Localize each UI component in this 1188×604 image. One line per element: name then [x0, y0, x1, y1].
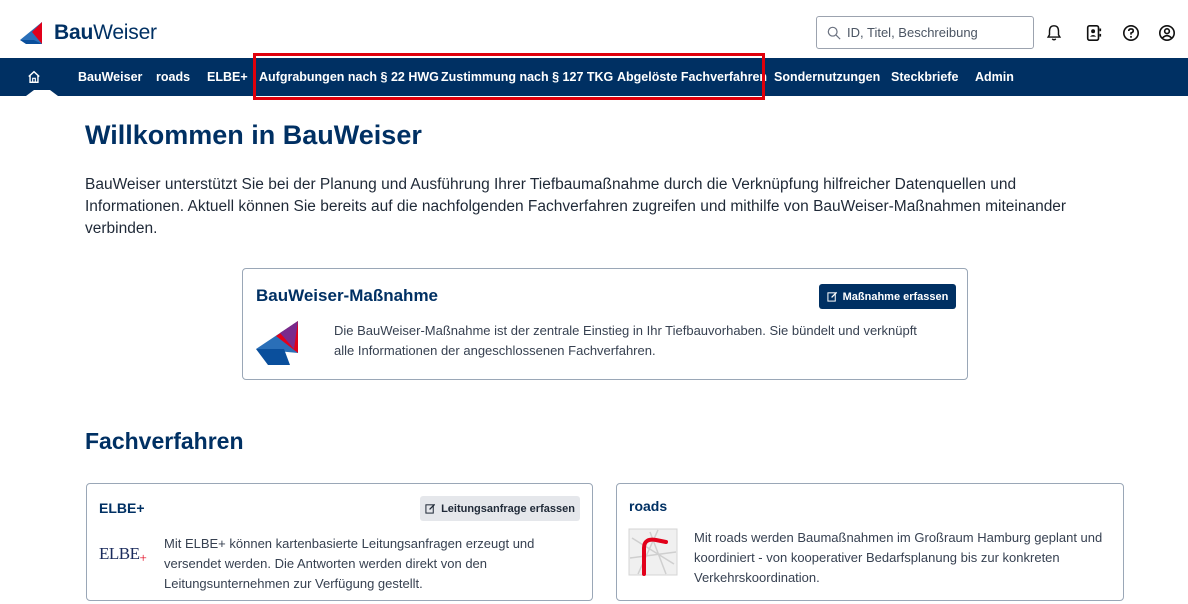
- massnahme-card-text: Die BauWeiser-Maßnahme ist der zentrale …: [334, 323, 917, 358]
- bauweiser-logo[interactable]: BauWeiser: [20, 20, 157, 46]
- roads-logo-icon: [628, 528, 678, 576]
- massnahme-erfassen-button[interactable]: Maßnahme erfassen: [819, 284, 956, 309]
- intro-text: BauWeiser unterstützt Sie bei der Planun…: [85, 176, 1067, 237]
- roads-card-title: roads: [629, 498, 668, 514]
- leitungsanfrage-erfassen-button[interactable]: Leitungsanfrage erfassen: [420, 496, 580, 521]
- massnahme-card: BauWeiser-Maßnahme Maßnahme erfassen Die…: [242, 268, 968, 380]
- edit-icon: [827, 291, 837, 302]
- fachverfahren-heading: Fachverfahren: [85, 428, 244, 454]
- search-input[interactable]: [847, 25, 1027, 40]
- nav-item-steckbriefe[interactable]: Steckbriefe: [891, 58, 958, 96]
- logo-mark-icon: [20, 22, 42, 44]
- bauweiser-massnahme-icon: [256, 321, 298, 365]
- page-title: Willkommen in BauWeiser: [85, 120, 422, 150]
- roads-card: roads Mit roads werden Baumaßnahmen im G…: [616, 483, 1124, 601]
- search-field[interactable]: [816, 16, 1034, 49]
- leitungsanfrage-erfassen-label: Leitungsanfrage erfassen: [441, 502, 575, 515]
- nav-item-sondernutzungen[interactable]: Sondernutzungen: [774, 58, 880, 96]
- account-icon[interactable]: [1157, 23, 1177, 43]
- bell-icon[interactable]: [1044, 23, 1064, 43]
- contacts-icon[interactable]: [1084, 23, 1104, 43]
- massnahme-card-title: BauWeiser-Maßnahme: [256, 286, 439, 305]
- nav-item-bauweiser[interactable]: BauWeiser: [78, 58, 142, 96]
- elbe-card-title: ELBE+: [99, 500, 145, 516]
- help-icon[interactable]: [1121, 23, 1141, 43]
- nav-item-roads[interactable]: roads: [156, 58, 190, 96]
- home-icon: [28, 70, 40, 83]
- elbe-card: ELBE+ Leitungsanfrage erfassen ELBE+ Mit…: [86, 483, 593, 601]
- highlight-box: [253, 53, 765, 100]
- elbe-card-text: Mit ELBE+ können kartenbasierte Leitungs…: [164, 536, 535, 591]
- nav-item-elbe[interactable]: ELBE+: [207, 58, 248, 96]
- roads-card-text: Mit roads werden Baumaßnahmen im Großrau…: [694, 530, 1103, 585]
- nav-item-admin[interactable]: Admin: [975, 58, 1014, 96]
- search-icon: [827, 26, 841, 40]
- elbe-logo: ELBE+: [99, 544, 147, 565]
- home-button[interactable]: [22, 58, 58, 96]
- app-header: BauWeiser: [0, 10, 1188, 58]
- edit-icon: [425, 503, 436, 514]
- massnahme-erfassen-label: Maßnahme erfassen: [842, 290, 949, 303]
- logo-text: BauWeiser: [54, 21, 157, 44]
